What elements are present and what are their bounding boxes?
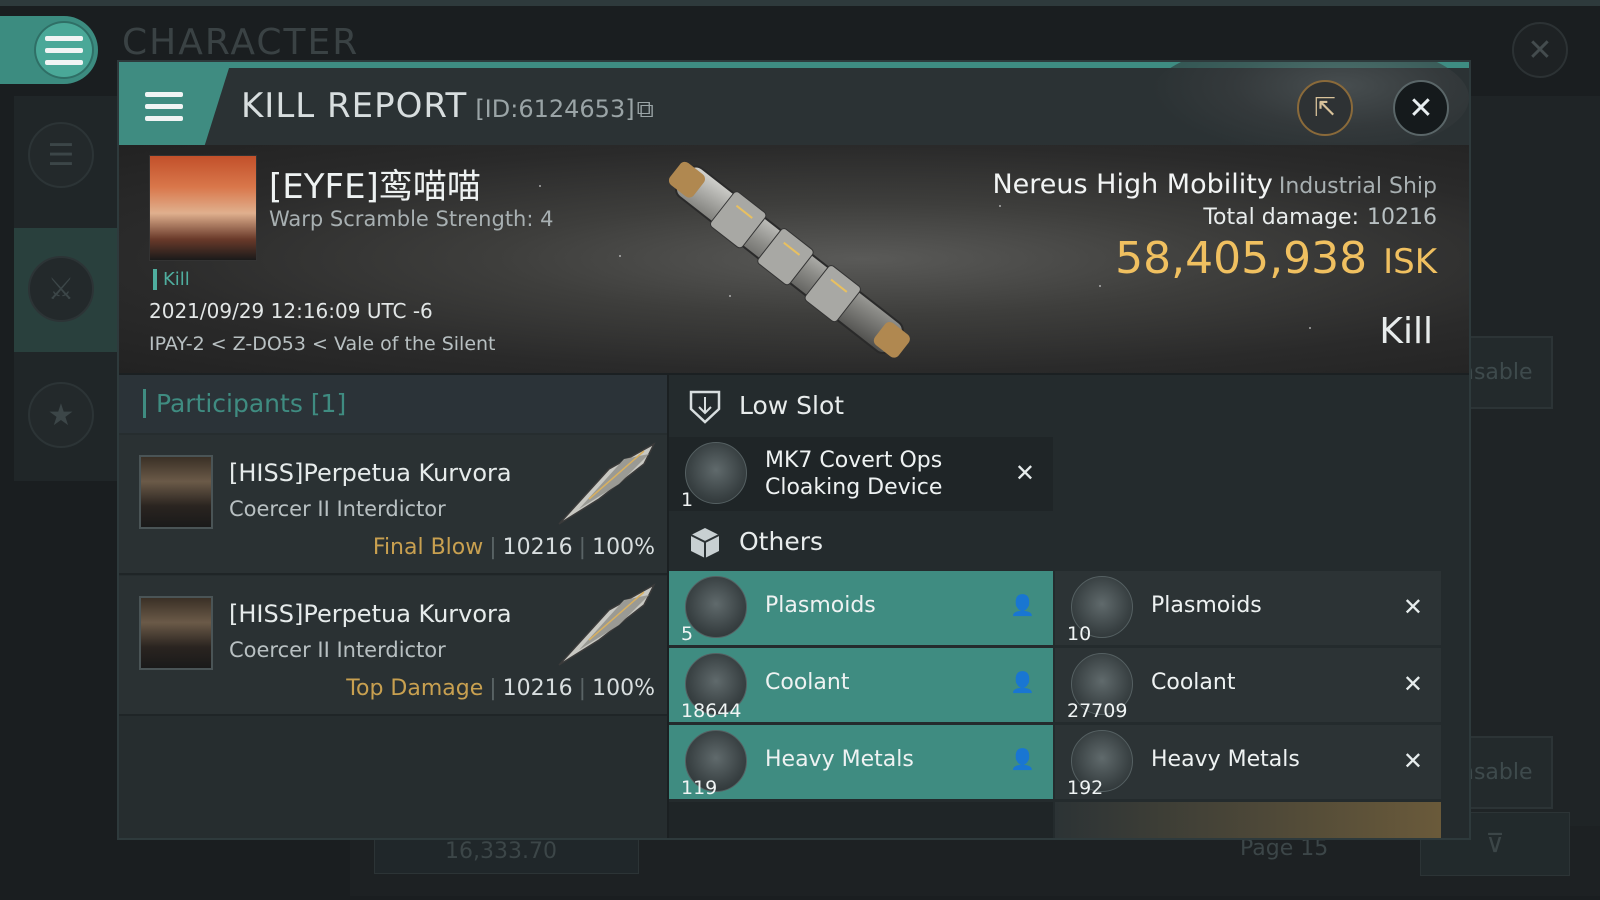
dropped-item[interactable]: 119 Heavy Metals 👤 (669, 725, 1053, 799)
sidebar-list-icon[interactable]: ☰ (28, 122, 94, 188)
victim-ship[interactable]: Nereus High Mobility Industrial Ship (992, 169, 1437, 200)
copy-icon[interactable]: ⧉ (637, 95, 654, 123)
dropped-item[interactable]: 18644 Coolant 👤 (669, 648, 1053, 722)
menu-icon (34, 21, 94, 79)
person-icon: 👤 (1010, 593, 1035, 617)
dropped-item[interactable]: 5 Plasmoids 👤 (669, 571, 1053, 645)
destroyed-icon: ✕ (1014, 459, 1035, 487)
participant-damage: 10216 (502, 676, 573, 701)
item-name: Coolant (1151, 670, 1236, 695)
warp-scramble-strength: Warp Scramble Strength: 4 (269, 207, 554, 231)
total-damage-label: Total damage: (1203, 205, 1359, 230)
background-page-title: CHARACTER (122, 22, 360, 63)
low-slot-header: Low Slot (669, 377, 1469, 437)
destroyed-icon: ✕ (1402, 747, 1423, 775)
item-quantity: 5 (681, 623, 694, 645)
modal-menu-button[interactable] (119, 68, 229, 145)
ship-name: Nereus High Mobility (992, 169, 1273, 200)
close-icon[interactable]: ✕ (1393, 80, 1449, 136)
modal-header: KILL REPORT [ID:6124653]⧉ ⇱ ✕ (119, 62, 1469, 158)
background-top-bar (0, 0, 1600, 6)
sidebar-star-icon[interactable]: ★ (28, 382, 94, 448)
share-icon[interactable]: ⇱ (1297, 80, 1353, 136)
ship-class: Industrial Ship (1278, 174, 1437, 199)
participant-name[interactable]: [HISS]Perpetua Kurvora (229, 459, 512, 487)
victim-ship-image[interactable] (664, 151, 919, 371)
total-damage-value: 10216 (1367, 205, 1437, 230)
participant-tag: Top Damage (346, 676, 484, 701)
item-name: Plasmoids (1151, 593, 1262, 618)
participants-title: Participants [1] (143, 389, 346, 418)
isk-value: 58,405,938 ISK (1115, 233, 1437, 284)
item-name: Heavy Metals (1151, 747, 1300, 772)
dropped-item-partial[interactable] (669, 802, 1053, 838)
cloaking-device-icon (685, 442, 747, 504)
sidebar-combat-icon[interactable]: ⚔ (28, 256, 94, 322)
fitting-panel: Low Slot 1 MK7 Covert Ops Cloaking Device… (669, 375, 1469, 838)
participant-row[interactable]: [HISS]Perpetua Kurvora Coercer II Interd… (119, 435, 667, 575)
destroyed-item[interactable]: 192 Heavy Metals ✕ (1055, 725, 1441, 799)
kill-summary: [EYFE]鸾喵喵 Warp Scramble Strength: 4 Kill… (119, 145, 1469, 373)
kill-result: Kill (1379, 311, 1433, 352)
kill-location[interactable]: IPAY-2 < Z-DO53 < Vale of the Silent (149, 333, 496, 355)
kill-timestamp: 2021/09/29 12:16:09 UTC -6 (149, 299, 433, 323)
destroyed-item-partial[interactable] (1055, 802, 1441, 838)
participant-percent: 100% (592, 535, 655, 560)
participant-tag: Final Blow (372, 535, 484, 560)
isk-unit: ISK (1383, 242, 1437, 282)
participant-stats: Final Blow | 10216 | 100% (372, 535, 655, 560)
cargo-box-icon (687, 525, 723, 561)
plasmoids-icon (685, 576, 747, 638)
item-name: Heavy Metals (765, 747, 914, 772)
low-slot-icon (687, 389, 723, 425)
destroyed-icon: ✕ (1402, 593, 1423, 621)
destroyed-icon: ✕ (1402, 670, 1423, 698)
participant-ship: Coercer II Interdictor (229, 497, 446, 521)
participant-stats: Top Damage | 10216 | 100% (346, 676, 655, 701)
modal-title-text: KILL REPORT (241, 86, 468, 126)
participants-panel: Participants [1] [HISS]Perpetua Kurvora … (119, 375, 667, 838)
participant-ship-image[interactable] (549, 439, 659, 529)
others-title: Others (739, 527, 824, 556)
participant-name[interactable]: [HISS]Perpetua Kurvora (229, 600, 512, 628)
item-name: Plasmoids (765, 593, 876, 618)
participant-ship-image[interactable] (549, 580, 659, 670)
app-menu-button[interactable] (0, 16, 98, 84)
item-quantity: 27709 (1067, 700, 1128, 722)
background-close-icon[interactable]: ✕ (1512, 22, 1568, 78)
person-icon: 👤 (1010, 670, 1035, 694)
participant-percent: 100% (592, 676, 655, 701)
item-quantity: 1 (681, 489, 694, 511)
participant-avatar[interactable] (139, 455, 213, 529)
destroyed-item[interactable]: 10 Plasmoids ✕ (1055, 571, 1441, 645)
item-name: MK7 Covert Ops Cloaking Device (765, 448, 943, 500)
kill-id[interactable]: [ID:6124653] (475, 95, 634, 123)
menu-icon (145, 92, 183, 121)
destroyed-item[interactable]: 27709 Coolant ✕ (1055, 648, 1441, 722)
participant-avatar[interactable] (139, 596, 213, 670)
kill-type-tag: Kill (153, 269, 190, 290)
participant-damage: 10216 (502, 535, 573, 560)
item-quantity: 10 (1067, 623, 1092, 645)
item-quantity: 192 (1067, 777, 1104, 799)
participant-ship: Coercer II Interdictor (229, 638, 446, 662)
item-name: Coolant (765, 670, 850, 695)
person-icon: 👤 (1010, 747, 1035, 771)
low-slot-title: Low Slot (739, 391, 845, 420)
low-slot-item[interactable]: 1 MK7 Covert Ops Cloaking Device ✕ (669, 437, 1053, 511)
isk-amount: 58,405,938 (1115, 233, 1368, 284)
others-header: Others (669, 513, 1469, 573)
item-quantity: 119 (681, 777, 718, 799)
participants-header: Participants [1] (119, 375, 667, 433)
total-damage: Total damage: 10216 (1203, 205, 1437, 230)
modal-title: KILL REPORT [ID:6124653]⧉ (241, 86, 654, 126)
victim-name[interactable]: [EYFE]鸾喵喵 (269, 159, 481, 208)
victim-portrait[interactable] (149, 155, 257, 261)
participant-row[interactable]: [HISS]Perpetua Kurvora Coercer II Interd… (119, 576, 667, 716)
item-quantity: 18644 (681, 700, 742, 722)
kill-report-modal: KILL REPORT [ID:6124653]⧉ ⇱ ✕ [EYFE]鸾喵喵 W… (117, 60, 1471, 840)
